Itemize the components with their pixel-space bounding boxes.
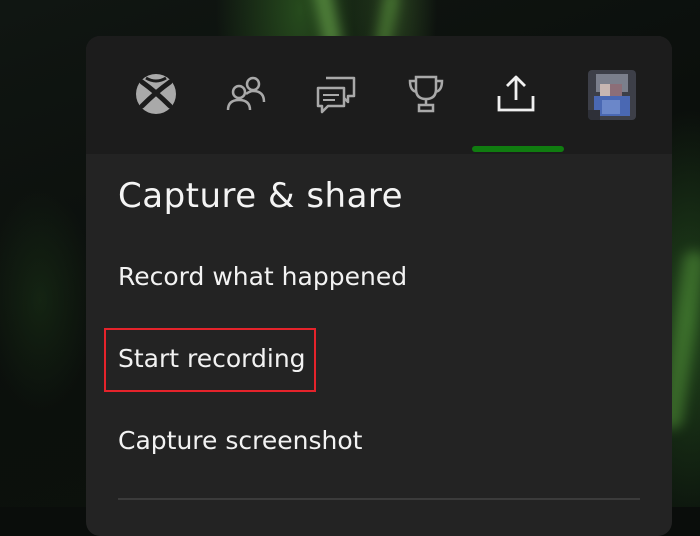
highlight-annotation [104, 328, 316, 392]
profile-avatar[interactable] [588, 70, 636, 120]
people-icon [226, 76, 266, 111]
capture-screenshot-button[interactable]: Capture screenshot [118, 426, 362, 455]
record-what-happened-button[interactable]: Record what happened [118, 262, 407, 291]
tab-achievements[interactable] [396, 64, 456, 124]
tab-capture[interactable] [486, 64, 546, 124]
top-nav-bar [86, 36, 672, 154]
section-title: Capture & share [118, 176, 404, 216]
divider [118, 498, 640, 500]
chat-bubbles-icon [316, 76, 356, 114]
tab-social[interactable] [216, 64, 276, 124]
xbox-logo-icon [136, 74, 176, 114]
tab-xbox[interactable] [126, 64, 186, 124]
share-upload-icon [497, 75, 535, 112]
tab-chat[interactable] [306, 64, 366, 124]
selected-tab-indicator [472, 146, 564, 152]
game-bar-capture-panel: Capture & share Record what happened Sta… [86, 36, 672, 536]
trophy-icon [408, 75, 444, 113]
